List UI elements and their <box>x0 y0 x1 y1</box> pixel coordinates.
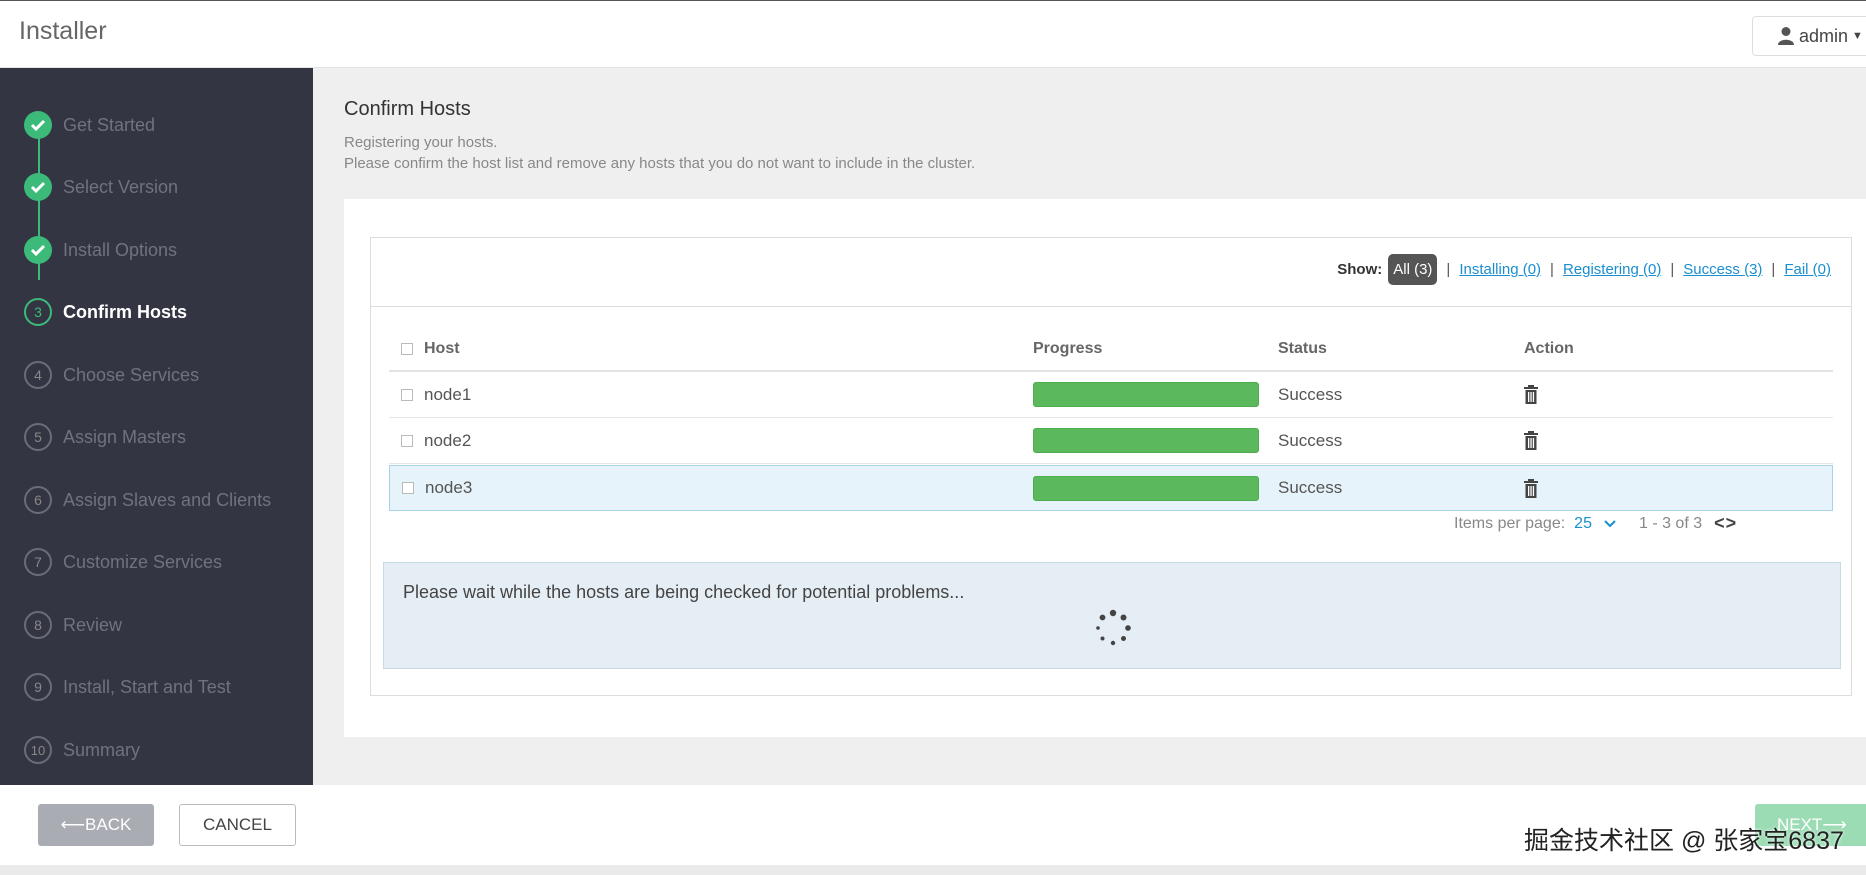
step-label: Summary <box>63 739 141 760</box>
caret-down-icon: ▼ <box>1852 30 1863 42</box>
page-range: 1 - 3 of 3 <box>1638 514 1703 532</box>
filter-all[interactable]: All (3) <box>1388 254 1438 285</box>
step-label: Choose Services <box>63 364 200 385</box>
show-label: Show: <box>1337 261 1383 278</box>
chevron-down-icon[interactable] <box>1604 519 1616 528</box>
table-row: node1 Success <box>389 372 1833 418</box>
step-number: 8 <box>24 611 52 639</box>
step-label: Customize Services <box>63 551 223 572</box>
sidebar-step-get-started[interactable]: Get Started <box>24 110 155 140</box>
back-button[interactable]: ⟵ BACK <box>38 804 154 846</box>
header-action: Action <box>1524 340 1574 357</box>
user-name: admin <box>1799 25 1849 46</box>
host-name: node2 <box>424 430 472 450</box>
row-checkbox[interactable] <box>401 434 413 447</box>
separator: | <box>1550 261 1554 278</box>
step-label: Assign Masters <box>63 426 187 447</box>
step-number: 4 <box>24 361 52 389</box>
sidebar-step-assign-slaves: 6 Assign Slaves and Clients <box>24 485 271 515</box>
step-label: Review <box>63 614 123 635</box>
wizard-sidebar: Get Started Select Version Install Optio… <box>0 68 313 785</box>
user-menu-button[interactable]: admin ▼ <box>1752 16 1866 56</box>
filter-fail[interactable]: Fail (0) <box>1784 261 1831 278</box>
check-icon <box>24 236 52 264</box>
step-number: 3 <box>24 298 52 326</box>
sidebar-step-review: 8 Review <box>24 610 122 640</box>
arrow-left-icon: ⟵ <box>60 815 86 834</box>
trash-icon[interactable] <box>1523 385 1539 404</box>
user-icon <box>1778 27 1794 45</box>
separator: | <box>1446 261 1451 278</box>
table-header: Host Progress Status Action <box>389 328 1833 372</box>
cancel-button[interactable]: CANCEL <box>179 804 296 846</box>
step-label: Get Started <box>63 114 156 135</box>
pagination: Items per page: 25 1 - 3 of 3 <> <box>1454 513 1737 534</box>
progress-bar <box>1033 428 1259 453</box>
content-card: Show: All (3) | Installing (0) | Registe… <box>344 199 1866 737</box>
row-checkbox[interactable] <box>402 482 414 494</box>
filter-success[interactable]: Success (3) <box>1683 261 1762 278</box>
page-nav-arrows[interactable]: <> <box>1714 513 1737 534</box>
check-icon <box>24 173 52 201</box>
row-checkbox[interactable] <box>401 388 413 401</box>
separator: | <box>1670 261 1675 278</box>
sidebar-step-assign-masters: 5 Assign Masters <box>24 422 186 452</box>
hosts-panel: Show: All (3) | Installing (0) | Registe… <box>370 237 1852 696</box>
app-title: Installer <box>19 17 107 45</box>
filter-bar: Show: All (3) | Installing (0) | Registe… <box>371 238 1851 307</box>
check-icon <box>24 111 52 139</box>
sidebar-step-confirm-hosts[interactable]: 3 Confirm Hosts <box>24 297 187 327</box>
host-name: node3 <box>425 478 473 497</box>
page-title: Confirm Hosts <box>344 98 471 120</box>
page-description: Please confirm the host list and remove … <box>344 155 976 172</box>
main-content: Confirm Hosts Registering your hosts. Pl… <box>313 68 1866 785</box>
sidebar-step-select-version[interactable]: Select Version <box>24 172 178 202</box>
header-status: Status <box>1278 340 1327 357</box>
sidebar-step-install-start-test: 9 Install, Start and Test <box>24 672 231 702</box>
watermark-credit: 掘金技术社区 @ 张家宝6837 <box>1524 827 1844 855</box>
step-label: Install Options <box>63 239 178 260</box>
items-per-page-select[interactable]: 25 <box>1574 515 1592 533</box>
filter-installing[interactable]: Installing (0) <box>1459 261 1541 278</box>
header-host: Host <box>424 340 460 357</box>
host-status: Success <box>1278 384 1343 404</box>
sidebar-step-choose-services: 4 Choose Services <box>24 360 199 390</box>
step-label: Assign Slaves and Clients <box>63 489 272 510</box>
sidebar-step-install-options[interactable]: Install Options <box>24 235 177 265</box>
sidebar-step-customize-services: 7 Customize Services <box>24 547 222 577</box>
step-number: 6 <box>24 486 52 514</box>
sidebar-step-summary: 10 Summary <box>24 735 140 765</box>
step-label: Install, Start and Test <box>63 676 231 697</box>
filter-registering[interactable]: Registering (0) <box>1563 261 1661 278</box>
status-filters: Show: All (3) | Installing (0) | Registe… <box>1337 254 1831 285</box>
trash-icon[interactable] <box>1523 431 1539 450</box>
back-label: BACK <box>85 815 132 834</box>
step-number: 9 <box>24 673 52 701</box>
wizard-footer: ⟵ BACK CANCEL NEXT ⟶ 掘金技术社区 @ 张家宝6837 <box>0 785 1866 865</box>
step-number: 5 <box>24 423 52 451</box>
host-status: Success <box>1278 430 1343 450</box>
step-number: 10 <box>24 736 52 764</box>
wait-message: Please wait while the hosts are being ch… <box>403 582 965 602</box>
host-name: node1 <box>424 384 472 404</box>
spinner-icon <box>1096 609 1131 646</box>
select-all-checkbox[interactable] <box>401 343 413 355</box>
host-check-alert: Please wait while the hosts are being ch… <box>383 562 1841 669</box>
trash-icon[interactable] <box>1523 478 1539 498</box>
top-bar: Installer admin ▼ <box>0 0 1866 68</box>
table-row-selected: node3 Success <box>389 465 1833 511</box>
host-status: Success <box>1278 478 1343 497</box>
table-row: node2 Success <box>389 418 1833 464</box>
separator: | <box>1771 261 1776 278</box>
footer-strip <box>0 865 1866 875</box>
progress-bar <box>1033 382 1259 407</box>
page-description: Registering your hosts. <box>344 134 498 151</box>
progress-bar <box>1033 475 1259 501</box>
step-label: Confirm Hosts <box>63 301 188 322</box>
step-number: 7 <box>24 548 52 576</box>
header-progress: Progress <box>1033 340 1103 357</box>
items-per-page-label: Items per page: <box>1454 514 1566 532</box>
step-label: Select Version <box>63 176 179 197</box>
